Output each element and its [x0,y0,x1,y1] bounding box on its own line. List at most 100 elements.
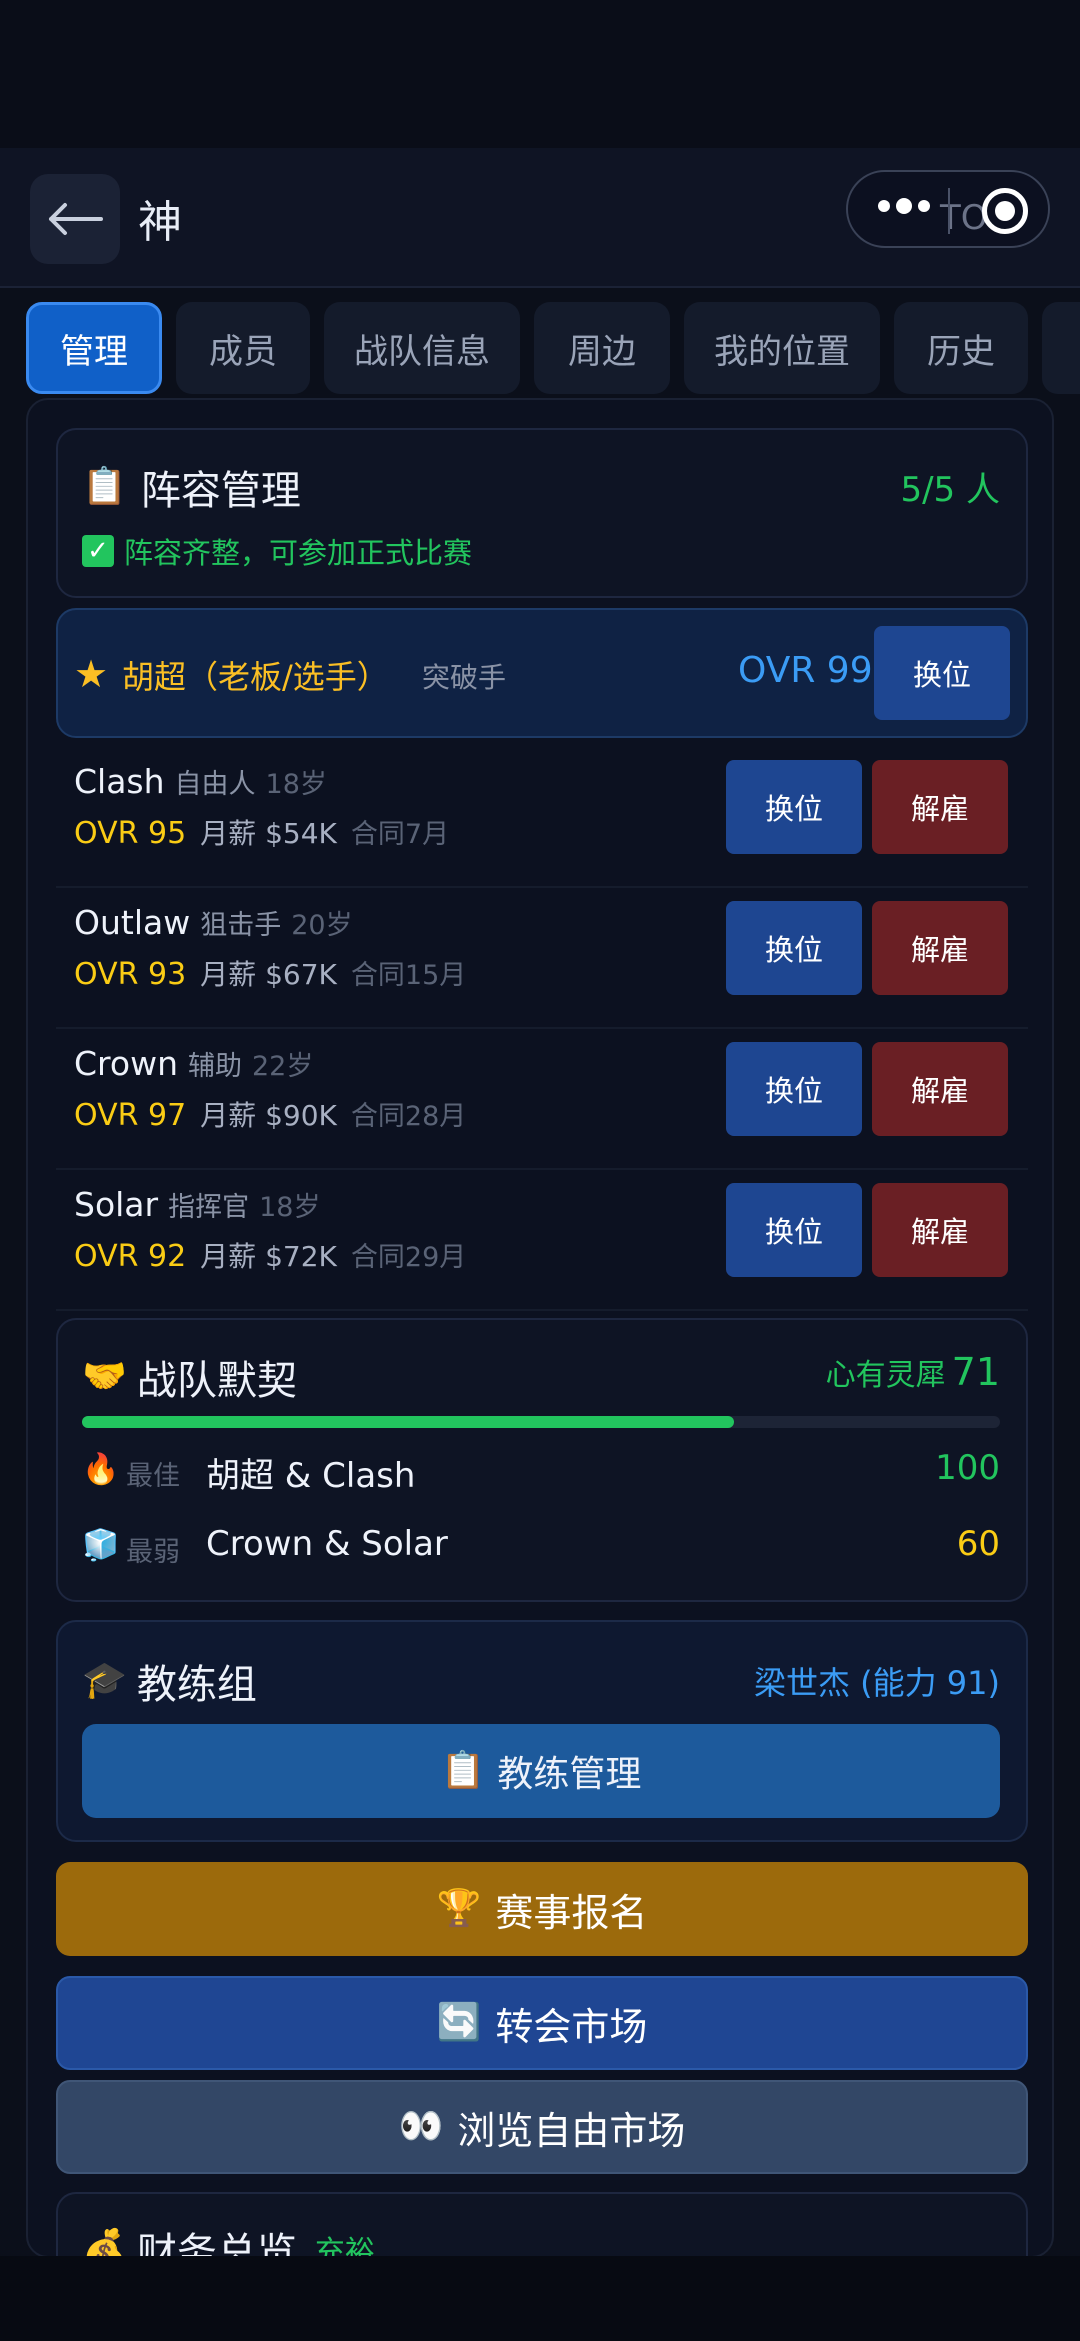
money-bag-icon: 💰 [82,2228,127,2258]
fire-button[interactable]: 解雇 [872,760,1008,854]
captain-name: 胡超（老板/选手） [122,658,389,696]
clipboard-icon: 📋 [440,1750,486,1791]
player-age: 18岁 [259,1192,321,1223]
captain-role: 突破手 [422,661,507,694]
tab-manage[interactable]: 管理 [26,302,162,394]
player-name: Outlaw [74,903,191,942]
event-signup-button[interactable]: 🏆 赛事报名 [56,1862,1028,1956]
player-salary: 月薪 $72K [200,1240,337,1273]
fire-icon: 🔥 [82,1452,120,1487]
worst-pair: 🧊 最弱 Crown & Solar 60 [82,1522,1000,1572]
lineup-count: 5/5 人 [900,470,1000,510]
chemistry-title: 🤝 战队默契 [82,1356,297,1404]
player-ovr: OVR 95 [74,816,187,851]
player-row: Solar 指挥官 18岁 OVR 92 月薪 $72K 合同29月 换位 解雇 [56,1171,1028,1311]
worst-pair-value: 60 [956,1524,1000,1564]
player-name: Clash [74,762,165,801]
tab-my-position[interactable]: 我的位置 [684,302,880,394]
mini-program-capsule: TO [846,170,1050,248]
tab-merch[interactable]: 周边 [534,302,670,394]
nav-bar: 神 TO [0,148,1080,288]
captain-swap-button[interactable]: 换位 [874,626,1010,720]
captain-ovr: OVR 99 [738,650,873,691]
player-ovr: OVR 93 [74,957,187,992]
tab-team-info[interactable]: 战队信息 [324,302,520,394]
player-role: 自由人 [174,769,256,800]
player-role: 辅助 [187,1051,242,1082]
best-pair-value: 100 [935,1448,1000,1488]
trophy-icon: 🏆 [436,1888,482,1929]
player-age: 20岁 [291,910,353,941]
player-salary: 月薪 $90K [200,1099,337,1132]
back-button[interactable] [30,174,120,264]
free-market-button[interactable]: 👀 浏览自由市场 [56,2080,1028,2174]
eyes-icon: 👀 [398,2106,444,2147]
player-role: 狙击手 [200,910,282,941]
lineup-status: ✓ 阵容齐整，可参加正式比赛 [82,530,472,572]
captain-row: ★ 胡超（老板/选手） 突破手 OVR 99 换位 [56,608,1028,738]
fire-button[interactable]: 解雇 [872,1042,1008,1136]
tab-bar: 管理 成员 战队信息 周边 我的位置 历史 [0,300,1080,396]
swap-button[interactable]: 换位 [726,1183,862,1277]
handshake-icon: 🤝 [82,1356,127,1397]
worst-label: 最弱 [126,1537,180,1568]
best-label: 最佳 [126,1461,180,1492]
finance-title: 💰 财务总览 充裕 [82,2220,375,2258]
swap-button[interactable]: 换位 [726,760,862,854]
fire-button[interactable]: 解雇 [872,901,1008,995]
capsule-divider [948,188,950,234]
chemistry-card: 🤝 战队默契 心有灵犀 71 🔥 最佳 胡超 & Clash 100 🧊 最弱 C… [56,1318,1028,1602]
clipboard-icon: 📋 [82,466,127,507]
coach-card: 🎓 教练组 梁世杰 (能力 91) 📋 教练管理 [56,1620,1028,1842]
player-contract: 合同28月 [350,1101,467,1132]
more-icon[interactable] [878,198,930,214]
chemistry-progress [82,1416,1000,1428]
transfer-market-button[interactable]: 🔄 转会市场 [56,1976,1028,2070]
player-contract: 合同7月 [350,819,450,850]
best-pair: 🔥 最佳 胡超 & Clash 100 [82,1446,1000,1496]
player-name: Solar [74,1185,159,1224]
swap-button[interactable]: 换位 [726,1042,862,1136]
lineup-title: 📋 阵容管理 [82,466,301,514]
player-name: Crown [74,1044,178,1083]
player-role: 指挥官 [168,1192,250,1223]
tab-history[interactable]: 历史 [894,302,1028,394]
player-age: 18岁 [265,769,327,800]
page-title: 神 [138,197,182,248]
player-contract: 合同29月 [350,1242,467,1273]
player-ovr: OVR 97 [74,1098,187,1133]
player-contract: 合同15月 [350,960,467,991]
finance-status: 充裕 [314,2235,375,2258]
check-icon: ✓ [82,535,114,567]
player-ovr: OVR 92 [74,1239,187,1274]
finance-card: 💰 财务总览 充裕 [56,2192,1028,2258]
bottom-bar [0,2256,1080,2341]
tab-members[interactable]: 成员 [176,302,310,394]
chemistry-progress-fill [82,1416,734,1428]
player-salary: 月薪 $54K [200,817,337,850]
head-coach: 梁世杰 (能力 91) [753,1664,1000,1702]
arrow-left-icon [49,203,103,235]
coach-manage-button[interactable]: 📋 教练管理 [82,1724,1000,1818]
player-salary: 月薪 $67K [200,958,337,991]
chemistry-status: 心有灵犀 71 [825,1350,1000,1394]
chemistry-value: 71 [951,1350,1000,1394]
best-pair-names: 胡超 & Clash [206,1456,416,1496]
swap-button[interactable]: 换位 [726,901,862,995]
player-row: Crown 辅助 22岁 OVR 97 月薪 $90K 合同28月 换位 解雇 [56,1030,1028,1170]
ice-icon: 🧊 [82,1528,120,1563]
lineup-card: 📋 阵容管理 5/5 人 ✓ 阵容齐整，可参加正式比赛 [56,428,1028,598]
player-row: Outlaw 狙击手 20岁 OVR 93 月薪 $67K 合同15月 换位 解雇 [56,889,1028,1029]
worst-pair-names: Crown & Solar [206,1524,448,1564]
fire-button[interactable]: 解雇 [872,1183,1008,1277]
manage-panel: 📋 阵容管理 5/5 人 ✓ 阵容齐整，可参加正式比赛 ★ 胡超（老板/选手） … [26,398,1054,2258]
close-target-icon[interactable] [982,188,1028,234]
star-icon: ★ [74,652,109,696]
player-age: 22岁 [251,1051,314,1082]
player-row: Clash 自由人 18岁 OVR 95 月薪 $54K 合同7月 换位 解雇 [56,748,1028,888]
refresh-icon: 🔄 [436,2002,482,2043]
tab-more[interactable] [1042,302,1080,394]
graduation-cap-icon: 🎓 [82,1660,127,1701]
coach-title: 🎓 教练组 [82,1660,257,1708]
status-bar [0,0,1080,148]
